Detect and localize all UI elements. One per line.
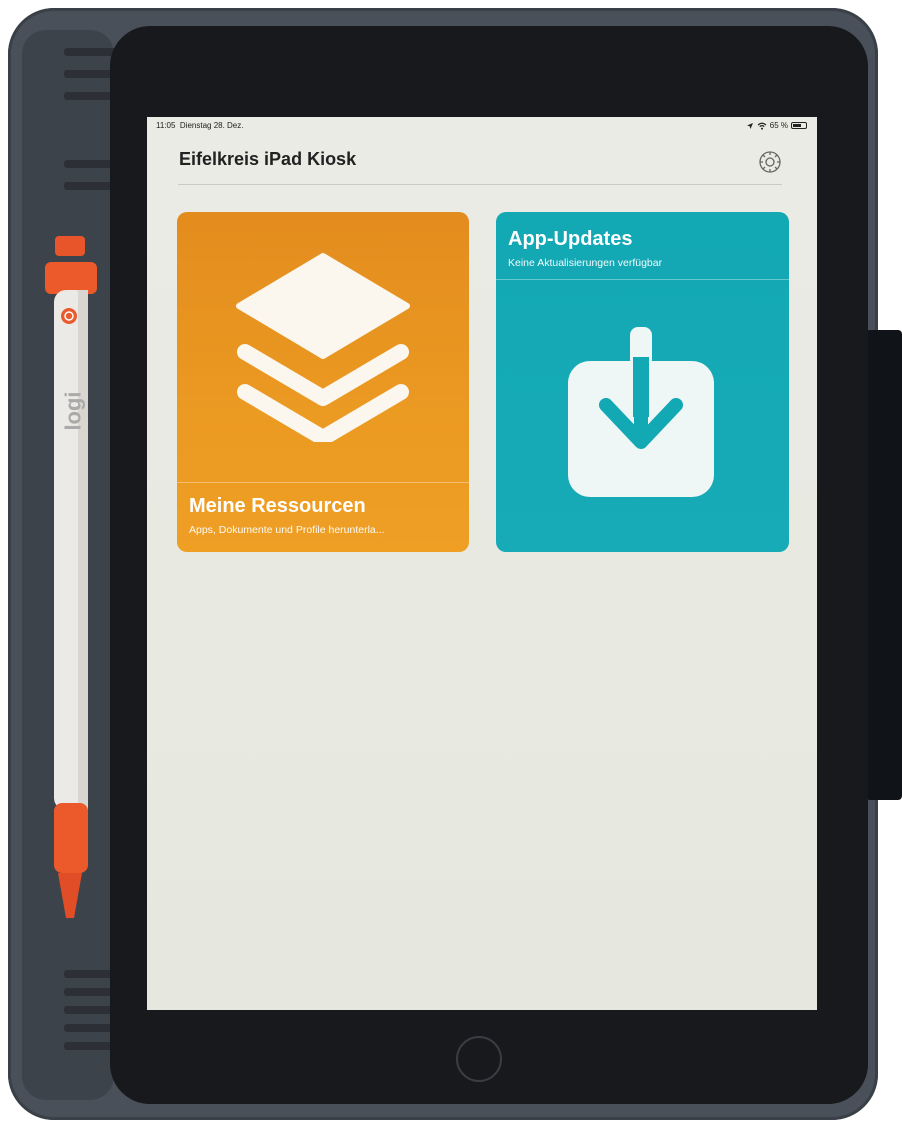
header-divider	[178, 184, 782, 185]
status-bar: 11:05 Dienstag 28. Dez. 65 %	[147, 117, 817, 135]
tile-meine-ressourcen[interactable]: Meine Ressourcen Apps, Dokumente und Pro…	[177, 212, 469, 552]
tile-subtitle: Keine Aktualisierungen verfügbar	[508, 257, 663, 269]
location-icon	[746, 122, 753, 129]
battery-level	[793, 124, 801, 127]
battery-icon	[791, 122, 807, 129]
download-icon	[568, 327, 714, 497]
status-datetime: 11:05 Dienstag 28. Dez.	[156, 121, 243, 130]
screen: 11:05 Dienstag 28. Dez. 65 % Eifelkreis …	[147, 117, 817, 1010]
tile-app-updates[interactable]: App-Updates Keine Aktualisierungen verfü…	[496, 212, 789, 552]
tile-divider	[496, 279, 789, 280]
stylus-brand: logi	[60, 391, 86, 431]
layers-icon	[236, 253, 410, 442]
wifi-icon	[757, 122, 767, 130]
page-title: Eifelkreis iPad Kiosk	[179, 149, 357, 169]
battery-percent: 65 %	[769, 121, 788, 130]
tile-divider	[177, 482, 469, 483]
settings-button[interactable]	[757, 149, 783, 175]
status-date: Dienstag 28. Dez.	[179, 121, 244, 130]
tile-title: App-Updates	[508, 228, 633, 250]
status-time: 11:05	[156, 121, 176, 130]
tile-title: Meine Ressourcen	[189, 495, 366, 517]
case-side-clip	[866, 330, 902, 800]
tile-subtitle: Apps, Dokumente und Profile herunterla..…	[189, 524, 385, 536]
stylus: logi	[40, 228, 100, 948]
settings-icon	[759, 151, 781, 173]
home-button[interactable]	[456, 1036, 502, 1082]
status-right: 65 %	[746, 121, 807, 130]
stylus-icon	[45, 236, 97, 918]
